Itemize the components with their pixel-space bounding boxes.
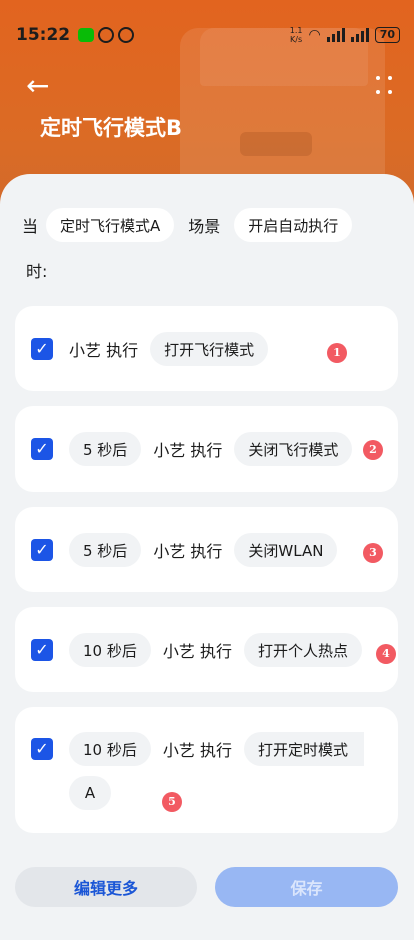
task-action-chip[interactable]: 关闭WLAN [234, 533, 338, 567]
wechat-icon [78, 28, 95, 42]
task-action-chip[interactable]: 关闭飞行模式 [234, 432, 353, 466]
scene-chip[interactable]: 定时飞行模式A [46, 208, 175, 242]
decorative-box-slot [240, 132, 312, 156]
task-card-5[interactable]: ✓ 10 秒后 小艺 执行 打开定时模式 A 5 [15, 707, 398, 833]
task-delay-chip[interactable]: 10 秒后 [69, 633, 151, 667]
step-number-badge: 1 [327, 343, 347, 363]
task-card-3[interactable]: ✓ 5 秒后 小艺 执行 关闭WLAN 3 [15, 507, 398, 592]
edit-more-button[interactable]: 编辑更多 [15, 867, 197, 907]
trigger-condition: 当 定时飞行模式A 场景 开启自动执行 [22, 208, 353, 242]
task-checkbox-3[interactable]: ✓ [31, 539, 53, 561]
task-card-4[interactable]: ✓ 10 秒后 小艺 执行 打开个人热点 4 [15, 607, 398, 692]
task-card-2[interactable]: ✓ 5 秒后 小艺 执行 关闭飞行模式 2 [15, 406, 398, 492]
task-actor: 小艺 执行 [153, 542, 223, 561]
task-delay-chip[interactable]: 5 秒后 [69, 432, 142, 466]
when-suffix: 时: [26, 262, 48, 281]
task-actor: 小艺 执行 [69, 341, 139, 360]
task-actor: 小艺 执行 [153, 441, 223, 460]
task-checkbox-5[interactable]: ✓ [31, 738, 53, 760]
more-options-icon[interactable] [376, 76, 392, 98]
scene-label: 场景 [188, 217, 221, 236]
task-checkbox-1[interactable]: ✓ [31, 338, 53, 360]
task-checkbox-4[interactable]: ✓ [31, 639, 53, 661]
task-delay-chip[interactable]: 5 秒后 [69, 533, 142, 567]
task-actor: 小艺 执行 [162, 741, 232, 760]
step-number-badge: 5 [162, 792, 182, 812]
task-card-1[interactable]: ✓ 小艺 执行 打开飞行模式 1 [15, 306, 398, 391]
when-prefix: 当 [22, 217, 39, 236]
page-title: 定时飞行模式B [40, 116, 183, 140]
save-button[interactable]: 保存 [215, 867, 398, 907]
task-delay-chip[interactable]: 10 秒后 [69, 732, 151, 766]
task-action-chip[interactable]: 打开飞行模式 [150, 332, 269, 366]
scene-action-chip[interactable]: 开启自动执行 [234, 208, 353, 242]
status-bar: 15:22 1.1 K/s ◠ 70 [16, 22, 400, 48]
task-action-chip[interactable]: 打开定时模式 [243, 732, 364, 766]
task-action-chip[interactable]: 打开个人热点 [243, 633, 362, 667]
task-checkbox-2[interactable]: ✓ [31, 438, 53, 460]
task-action-chip-continued[interactable]: A [69, 776, 111, 810]
status-time: 15:22 [16, 25, 71, 45]
speed-gauge-icon [98, 27, 115, 43]
task-actor: 小艺 执行 [162, 642, 232, 661]
alarm-icon [118, 27, 135, 43]
back-arrow-icon[interactable]: ← [26, 72, 56, 102]
step-number-badge: 4 [376, 644, 396, 664]
step-number-badge: 2 [363, 440, 383, 460]
signal-icon-2 [350, 28, 369, 42]
wifi-icon: ◠ [308, 27, 321, 43]
network-speed: 1.1 K/s [289, 26, 303, 44]
battery-icon: 70 [374, 27, 400, 43]
step-number-badge: 3 [363, 543, 383, 563]
signal-icon [326, 28, 345, 42]
